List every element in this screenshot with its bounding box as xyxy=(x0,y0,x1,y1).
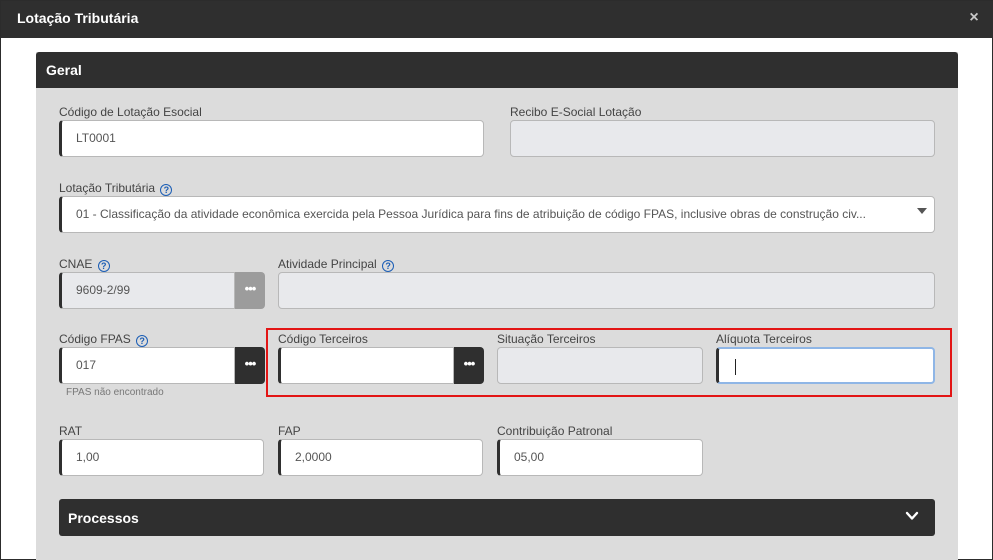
lotacao-tributaria-select[interactable]: 01 - Classificação da atividade econômic… xyxy=(59,196,935,233)
help-icon[interactable]: ? xyxy=(136,335,149,347)
cnae-label: CNAE ? xyxy=(59,257,110,272)
codigo-fpas-label: Código FPAS ? xyxy=(59,332,149,347)
help-icon[interactable]: ? xyxy=(97,260,110,272)
fpas-hint: FPAS não encontrado xyxy=(66,387,164,398)
cnae-search-button[interactable]: ••• xyxy=(235,272,265,309)
codigo-fpas-input[interactable]: 017 xyxy=(59,347,235,384)
atividade-principal-input[interactable] xyxy=(278,272,935,309)
processos-accordion[interactable]: Processos xyxy=(59,499,935,536)
cnae-label-text: CNAE xyxy=(59,257,93,271)
fpas-search-button[interactable]: ••• xyxy=(235,347,265,384)
fap-input[interactable]: 2,0000 xyxy=(278,439,483,476)
recibo-input[interactable] xyxy=(510,120,935,157)
panel-header: Geral xyxy=(36,52,958,88)
panel-title: Geral xyxy=(46,62,82,78)
contribuicao-patronal-input[interactable]: 05,00 xyxy=(497,439,703,476)
close-icon[interactable]: × xyxy=(967,10,981,26)
contribuicao-patronal-label: Contribuição Patronal xyxy=(497,424,613,438)
fap-label: FAP xyxy=(278,424,301,438)
modal-title: Lotação Tributária xyxy=(17,10,139,26)
help-icon[interactable]: ? xyxy=(382,260,395,272)
lotacao-tributaria-label: Lotação Tributária ? xyxy=(59,181,173,196)
chevron-down-icon[interactable] xyxy=(905,509,919,523)
modal-header: Lotação Tributária × xyxy=(1,1,993,38)
highlight-box xyxy=(266,328,952,397)
codigo-lotacao-input[interactable]: LT0001 xyxy=(59,120,484,157)
rat-label: RAT xyxy=(59,424,83,438)
processos-title: Processos xyxy=(68,510,139,526)
help-icon[interactable]: ? xyxy=(160,184,173,196)
atividade-principal-label-text: Atividade Principal xyxy=(278,257,377,271)
atividade-principal-label: Atividade Principal ? xyxy=(278,257,395,272)
codigo-fpas-label-text: Código FPAS xyxy=(59,332,131,346)
chevron-down-icon[interactable] xyxy=(917,208,927,214)
codigo-lotacao-label: Código de Lotação Esocial xyxy=(59,105,202,119)
recibo-label: Recibo E-Social Lotação xyxy=(510,105,642,119)
lotacao-tributaria-label-text: Lotação Tributária xyxy=(59,181,156,195)
cnae-input[interactable]: 9609-2/99 xyxy=(59,272,235,309)
rat-input[interactable]: 1,00 xyxy=(59,439,264,476)
